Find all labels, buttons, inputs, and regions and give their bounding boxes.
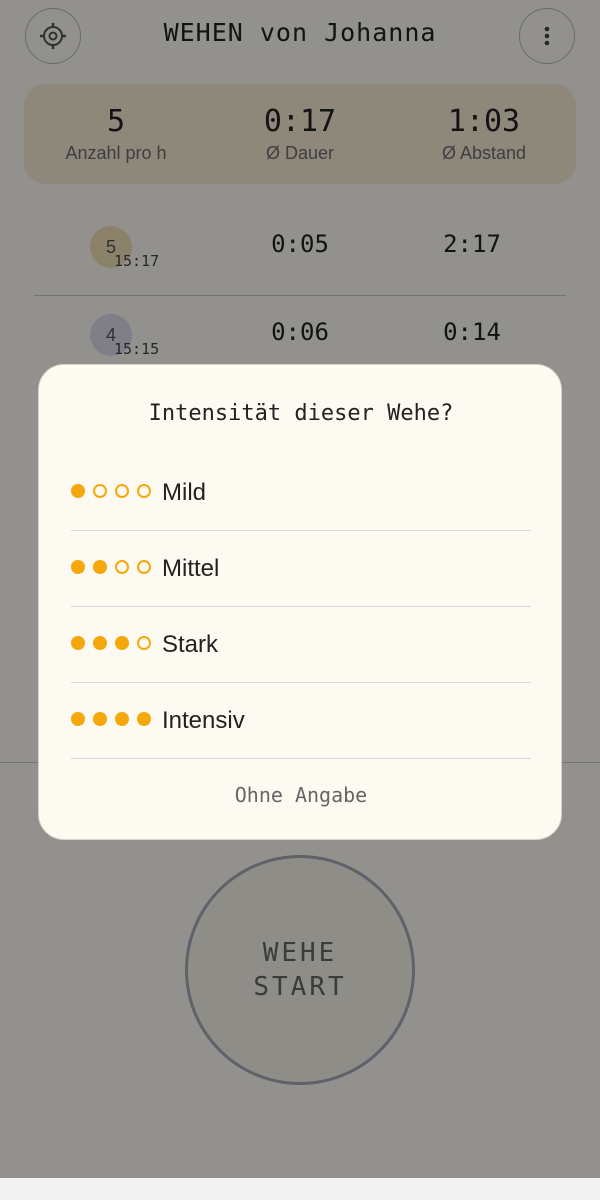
- filled-dot-icon: [115, 712, 129, 726]
- option-label: Intensiv: [162, 707, 245, 734]
- intensity-option-intensive[interactable]: Intensiv: [71, 683, 531, 759]
- empty-dot-icon: [137, 636, 151, 650]
- empty-dot-icon: [115, 560, 129, 574]
- filled-dot-icon: [137, 712, 151, 726]
- filled-dot-icon: [71, 484, 85, 498]
- intensity-dots: [71, 484, 151, 498]
- intensity-option-medium[interactable]: Mittel: [71, 531, 531, 607]
- filled-dot-icon: [71, 636, 85, 650]
- filled-dot-icon: [115, 636, 129, 650]
- skip-button[interactable]: Ohne Angabe: [39, 783, 563, 807]
- intensity-option-strong[interactable]: Stark: [71, 607, 531, 683]
- filled-dot-icon: [93, 636, 107, 650]
- navigation-bar: [0, 1178, 600, 1200]
- empty-dot-icon: [93, 484, 107, 498]
- option-label: Stark: [162, 631, 219, 658]
- option-label: Mild: [162, 479, 207, 506]
- intensity-dots: [71, 636, 151, 650]
- empty-dot-icon: [137, 484, 151, 498]
- dialog-title: Intensität dieser Wehe?: [148, 401, 454, 426]
- filled-dot-icon: [93, 560, 107, 574]
- intensity-dots: [71, 712, 151, 726]
- empty-dot-icon: [115, 484, 129, 498]
- filled-dot-icon: [71, 712, 85, 726]
- empty-dot-icon: [137, 560, 151, 574]
- intensity-dots: [71, 560, 151, 574]
- option-label: Mittel: [162, 555, 220, 582]
- filled-dot-icon: [71, 560, 85, 574]
- filled-dot-icon: [93, 712, 107, 726]
- intensity-dialog: Intensität dieser Wehe? Mild Mittel Star…: [38, 364, 562, 840]
- intensity-option-mild[interactable]: Mild: [71, 455, 531, 531]
- option-divider: [71, 758, 531, 759]
